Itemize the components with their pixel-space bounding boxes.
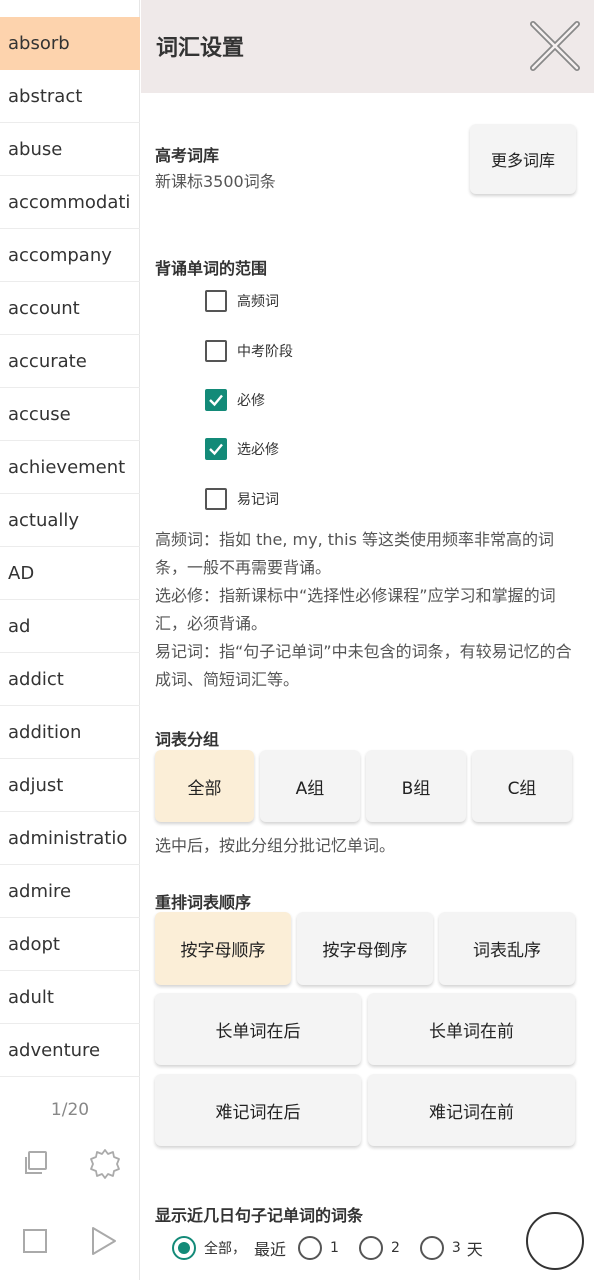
word-list-item[interactable]: abuse [0, 123, 140, 176]
word-list-item[interactable]: account [0, 282, 140, 335]
word-list-item[interactable]: adult [0, 971, 140, 1024]
order-hard-last-button[interactable]: 难记词在后 [155, 1074, 361, 1146]
radio-all[interactable] [172, 1236, 196, 1260]
order-shuffle-button[interactable]: 词表乱序 [439, 912, 575, 985]
checkbox[interactable] [205, 389, 227, 411]
grouping-hint: 选中后，按此分组分批记忆单词。 [155, 836, 396, 855]
recent-title: 显示近几日句子记单词的词条 [155, 1206, 364, 1225]
word-list-item[interactable]: adjust [0, 759, 140, 812]
page-title: 词汇设置 [156, 36, 245, 61]
checkbox[interactable] [205, 438, 227, 460]
scope-option[interactable]: 易记词 [205, 487, 279, 511]
radio-option[interactable] [419, 1236, 444, 1260]
word-list-item[interactable]: adopt [0, 918, 140, 971]
radio-label: 2 [390, 1240, 400, 1256]
checkbox-label: 必修 [237, 393, 265, 409]
word-list-item[interactable]: AD [0, 547, 140, 600]
check-icon [209, 394, 223, 407]
check-icon [209, 443, 223, 456]
library-subtitle: 新课标3500词条 [155, 172, 276, 191]
group-a-button[interactable]: A组 [260, 750, 360, 822]
gear-icon[interactable] [88, 1147, 122, 1181]
order-hard-first-button[interactable]: 难记词在前 [368, 1074, 575, 1146]
scope-option[interactable]: 必修 [205, 388, 265, 412]
radio-label: 1 [330, 1240, 339, 1256]
scope-option[interactable]: 高频词 [205, 289, 279, 313]
copy-icon[interactable] [21, 1149, 49, 1177]
scope-option[interactable]: 中考阶段 [205, 339, 293, 363]
floating-action-button[interactable] [526, 1212, 584, 1270]
order-long-first-button[interactable]: 长单词在前 [368, 993, 575, 1065]
word-list-item[interactable]: accommodati [0, 176, 140, 229]
group-b-button[interactable]: B组 [366, 750, 466, 822]
recent-label: 最近 [254, 1240, 287, 1259]
word-list-panel: absorb abstract abuse accommodati accomp… [0, 0, 140, 1280]
more-libraries-button[interactable]: 更多词库 [470, 124, 576, 194]
checkbox-label: 高频词 [237, 294, 279, 310]
order-alpha-reverse-button[interactable]: 按字母倒序 [297, 912, 433, 985]
word-list-item[interactable]: abstract [0, 70, 140, 123]
word-list-item[interactable]: addition [0, 706, 140, 759]
word-list-item[interactable]: accuse [0, 388, 140, 441]
ordering-title: 重排词表顺序 [155, 893, 252, 912]
word-list-item[interactable]: absorb [0, 17, 140, 70]
checkbox-label: 选必修 [237, 442, 279, 458]
scope-title: 背诵单词的范围 [155, 259, 268, 278]
description-line: 选必修：指新课标中“选择性必修课程”应学习和掌握的词汇，必须背诵。 [155, 586, 556, 633]
radio-label: 全部， [204, 1241, 246, 1257]
radio-label: 3 [451, 1240, 461, 1256]
order-long-last-button[interactable]: 长单词在后 [155, 993, 361, 1065]
word-list-item[interactable]: admire [0, 865, 140, 918]
checkbox[interactable] [205, 488, 227, 510]
radio-option[interactable] [358, 1236, 383, 1260]
radio-option[interactable] [298, 1236, 323, 1260]
word-list-item[interactable]: accompany [0, 229, 140, 282]
checkbox-label: 易记词 [237, 492, 279, 508]
stop-icon[interactable] [22, 1228, 48, 1254]
play-icon[interactable] [90, 1226, 118, 1256]
word-list-item[interactable]: adventure [0, 1024, 140, 1077]
word-list-item[interactable]: accurate [0, 335, 140, 388]
days-unit: 天 [466, 1240, 483, 1259]
word-list-item[interactable]: addict [0, 653, 140, 706]
word-list: absorb abstract abuse accommodati accomp… [0, 17, 140, 1077]
word-list-item[interactable]: achievement [0, 441, 140, 494]
settings-header: 词汇设置 [141, 0, 594, 93]
scope-option[interactable]: 选必修 [205, 437, 279, 461]
description-line: 易记词：指“句子记单词”中未包含的词条，有较易记忆的合成词、简短词汇等。 [155, 642, 572, 689]
description-line: 高频词：指如 the, my, this 等这类使用频率非常高的词条，一般不再需… [155, 530, 555, 577]
word-list-item[interactable]: ad [0, 600, 140, 653]
group-c-button[interactable]: C组 [472, 750, 572, 822]
checkbox-label: 中考阶段 [237, 344, 293, 360]
recent-options: 全部， 最近 1 2 3 天 [172, 1236, 483, 1260]
scope-description: 高频词：指如 the, my, this 等这类使用频率非常高的词条，一般不再需… [155, 526, 580, 694]
library-name: 高考词库 [155, 146, 220, 165]
checkbox[interactable] [205, 290, 227, 312]
word-list-item[interactable]: administratio [0, 812, 140, 865]
order-alpha-button[interactable]: 按字母顺序 [155, 912, 291, 985]
checkbox[interactable] [205, 340, 227, 362]
page-indicator: 1/20 [50, 1100, 90, 1120]
word-list-item[interactable]: actually [0, 494, 140, 547]
settings-panel: 词汇设置 高考词库 新课标3500词条 更多词库 背诵单词的范围 高频词 中考阶… [141, 0, 594, 1280]
grouping-title: 词表分组 [155, 730, 220, 749]
close-icon[interactable] [529, 20, 581, 72]
group-all-button[interactable]: 全部 [155, 750, 254, 822]
